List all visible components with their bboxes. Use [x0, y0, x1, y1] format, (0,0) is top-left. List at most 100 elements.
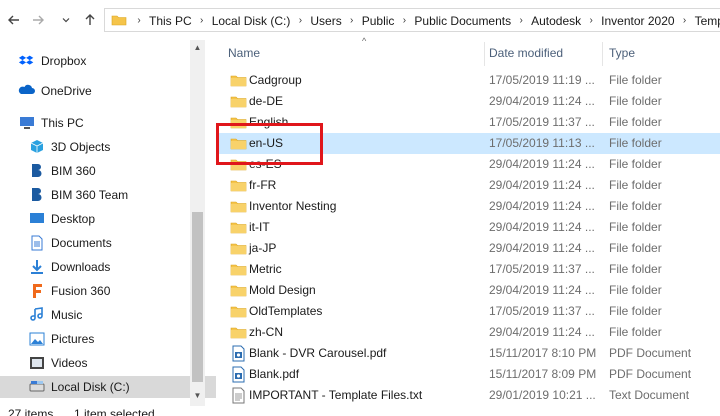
breadcrumb-separator-icon[interactable]: ›: [290, 15, 310, 26]
sidebar-item-music[interactable]: Music: [0, 304, 82, 326]
file-date-modified: 29/04/2019 11:24 ...: [489, 220, 595, 234]
sidebar-item-pictures[interactable]: Pictures: [0, 328, 94, 350]
text-file-icon: [230, 387, 247, 404]
breadcrumb-label: Inventor 2020: [601, 13, 675, 28]
file-row[interactable]: Blank - DVR Carousel.pdf 15/11/2017 8:10 …: [216, 343, 720, 364]
sidebar-item-label: Local Disk (C:): [51, 380, 130, 394]
file-row[interactable]: Metric 17/05/2019 11:37 ... File folder: [216, 259, 720, 280]
file-name: Inventor Nesting: [249, 199, 337, 213]
documents-icon: [28, 234, 46, 252]
forward-button[interactable]: [28, 8, 48, 32]
sidebar-item-label: Fusion 360: [51, 284, 111, 298]
breadcrumb-separator-icon[interactable]: ›: [511, 15, 531, 26]
back-arrow-icon: [8, 15, 19, 25]
sidebar-item-label: OneDrive: [41, 84, 92, 98]
breadcrumb-separator-icon[interactable]: ›: [581, 15, 601, 26]
file-row[interactable]: Cadgroup 17/05/2019 11:19 ... File folder: [216, 70, 720, 91]
file-type: File folder: [609, 325, 662, 339]
address-bar[interactable]: › This PC › Local Disk (C:) › Users › Public › Pu…: [104, 8, 720, 32]
file-row[interactable]: English 17/05/2019 11:37 ... File folder: [216, 112, 720, 133]
status-bar: 27 items 1 item selected: [0, 406, 720, 416]
scrollbar-thumb[interactable]: [192, 212, 203, 382]
sidebar-item-bim-360[interactable]: BIM 360: [0, 160, 96, 182]
breadcrumb: › This PC › Local Disk (C:) › Users › Public › Pu…: [129, 12, 720, 28]
file-row[interactable]: Mold Design 29/04/2019 11:24 ... File fold…: [216, 280, 720, 301]
sidebar-item-fusion-360[interactable]: Fusion 360: [0, 280, 110, 302]
sidebar-item-label: Pictures: [51, 332, 95, 346]
column-header-date[interactable]: Date modified: [489, 40, 601, 66]
column-divider[interactable]: [602, 42, 603, 66]
up-button[interactable]: [80, 8, 100, 32]
sidebar-item-this-pc[interactable]: This PC: [0, 112, 84, 134]
scroll-up-icon[interactable]: ▲: [190, 40, 205, 54]
sidebar-item-downloads[interactable]: Downloads: [0, 256, 110, 278]
breadcrumb-item[interactable]: › Autodesk: [511, 14, 581, 28]
file-row[interactable]: OldTemplates 17/05/2019 11:37 ... File fol…: [216, 301, 720, 322]
breadcrumb-item[interactable]: › Inventor 2020: [581, 13, 675, 28]
navigation-pane-scrollbar[interactable]: ▲ ▼: [190, 40, 205, 406]
breadcrumb-label: Local Disk (C:): [211, 13, 291, 28]
file-type: File folder: [609, 115, 662, 129]
folder-icon: [230, 303, 247, 320]
breadcrumb-separator-icon[interactable]: ›: [394, 15, 414, 26]
file-name: Blank.pdf: [249, 367, 300, 381]
folder-icon: [230, 198, 247, 215]
breadcrumb-separator-icon[interactable]: ›: [129, 15, 149, 26]
breadcrumb-item[interactable]: › Public Documents: [394, 14, 511, 28]
sidebar-item-label: Documents: [51, 236, 112, 250]
file-row[interactable]: IMPORTANT - Template Files.txt 29/01/2019…: [216, 385, 720, 406]
sidebar-item-local-disk-c[interactable]: Local Disk (C:): [0, 376, 216, 398]
chevron-down-icon: [62, 18, 70, 23]
file-date-modified: 17/05/2019 11:37 ...: [489, 304, 595, 318]
column-divider[interactable]: [484, 42, 485, 66]
file-type: File folder: [609, 136, 662, 150]
folder-icon: [230, 282, 247, 299]
sidebar-item-dropbox[interactable]: Dropbox: [0, 50, 86, 72]
item-count: 27 items: [8, 407, 54, 416]
breadcrumb-item[interactable]: ›Templates: [675, 14, 720, 28]
music-icon: [28, 306, 46, 324]
file-row[interactable]: es-ES 29/04/2019 11:24 ... File folder: [216, 154, 720, 175]
navigation-bar: › This PC › Local Disk (C:) › Users › Public › Pu…: [0, 0, 720, 40]
sidebar-item-documents[interactable]: Documents: [0, 232, 112, 254]
breadcrumb-item[interactable]: › Local Disk (C:): [192, 13, 291, 28]
breadcrumb-item[interactable]: › Public: [342, 14, 394, 28]
column-header-name[interactable]: Name ^: [228, 36, 484, 66]
scroll-down-icon[interactable]: ▼: [190, 388, 205, 402]
back-button[interactable]: [4, 8, 24, 32]
file-type: File folder: [609, 199, 662, 213]
folder-icon: [230, 72, 247, 89]
sidebar-item-desktop[interactable]: Desktop: [0, 208, 95, 230]
videos-icon: [28, 354, 46, 372]
file-row[interactable]: ja-JP 29/04/2019 11:24 ... File folder: [216, 238, 720, 259]
file-row[interactable]: de-DE 29/04/2019 11:24 ... File folder: [216, 91, 720, 112]
sidebar-item-onedrive[interactable]: OneDrive: [0, 80, 92, 102]
folder-icon: [230, 114, 247, 131]
file-date-modified: 29/04/2019 11:24 ...: [489, 94, 595, 108]
sidebar-item-label: Music: [51, 308, 83, 322]
file-row[interactable]: Inventor Nesting 29/04/2019 11:24 ... File…: [216, 196, 720, 217]
folder-icon: [111, 15, 127, 26]
file-date-modified: 29/04/2019 11:24 ...: [489, 325, 595, 339]
file-row[interactable]: en-US 17/05/2019 11:13 ... File folder: [216, 133, 720, 154]
file-row[interactable]: zh-CN 29/04/2019 11:24 ... File folder: [216, 322, 720, 343]
breadcrumb-item[interactable]: › Users: [290, 14, 342, 28]
sidebar-item-bim-360-team[interactable]: BIM 360 Team: [0, 184, 128, 206]
pdf-file-icon: [230, 366, 247, 383]
file-date-modified: 29/04/2019 11:24 ...: [489, 178, 595, 192]
sidebar-item-3d-objects[interactable]: 3D Objects: [0, 136, 110, 158]
column-header-date-label: Date modified: [489, 46, 564, 60]
breadcrumb-separator-icon[interactable]: ›: [675, 15, 695, 26]
sidebar-item-label: Desktop: [51, 212, 96, 226]
recent-locations-button[interactable]: [56, 8, 76, 32]
file-row[interactable]: Blank.pdf 15/11/2017 8:09 PM PDF Document: [216, 364, 720, 385]
file-date-modified: 15/11/2017 8:09 PM: [489, 367, 597, 381]
file-row[interactable]: it-IT 29/04/2019 11:24 ... File folder: [216, 217, 720, 238]
breadcrumb-item[interactable]: › This PC: [129, 14, 191, 28]
breadcrumb-separator-icon[interactable]: ›: [192, 15, 212, 26]
column-header-type[interactable]: Type: [609, 40, 719, 66]
file-name: Cadgroup: [249, 73, 302, 87]
file-row[interactable]: fr-FR 29/04/2019 11:24 ... File folder: [216, 175, 720, 196]
breadcrumb-separator-icon[interactable]: ›: [342, 15, 362, 26]
sidebar-item-videos[interactable]: Videos: [0, 352, 87, 374]
